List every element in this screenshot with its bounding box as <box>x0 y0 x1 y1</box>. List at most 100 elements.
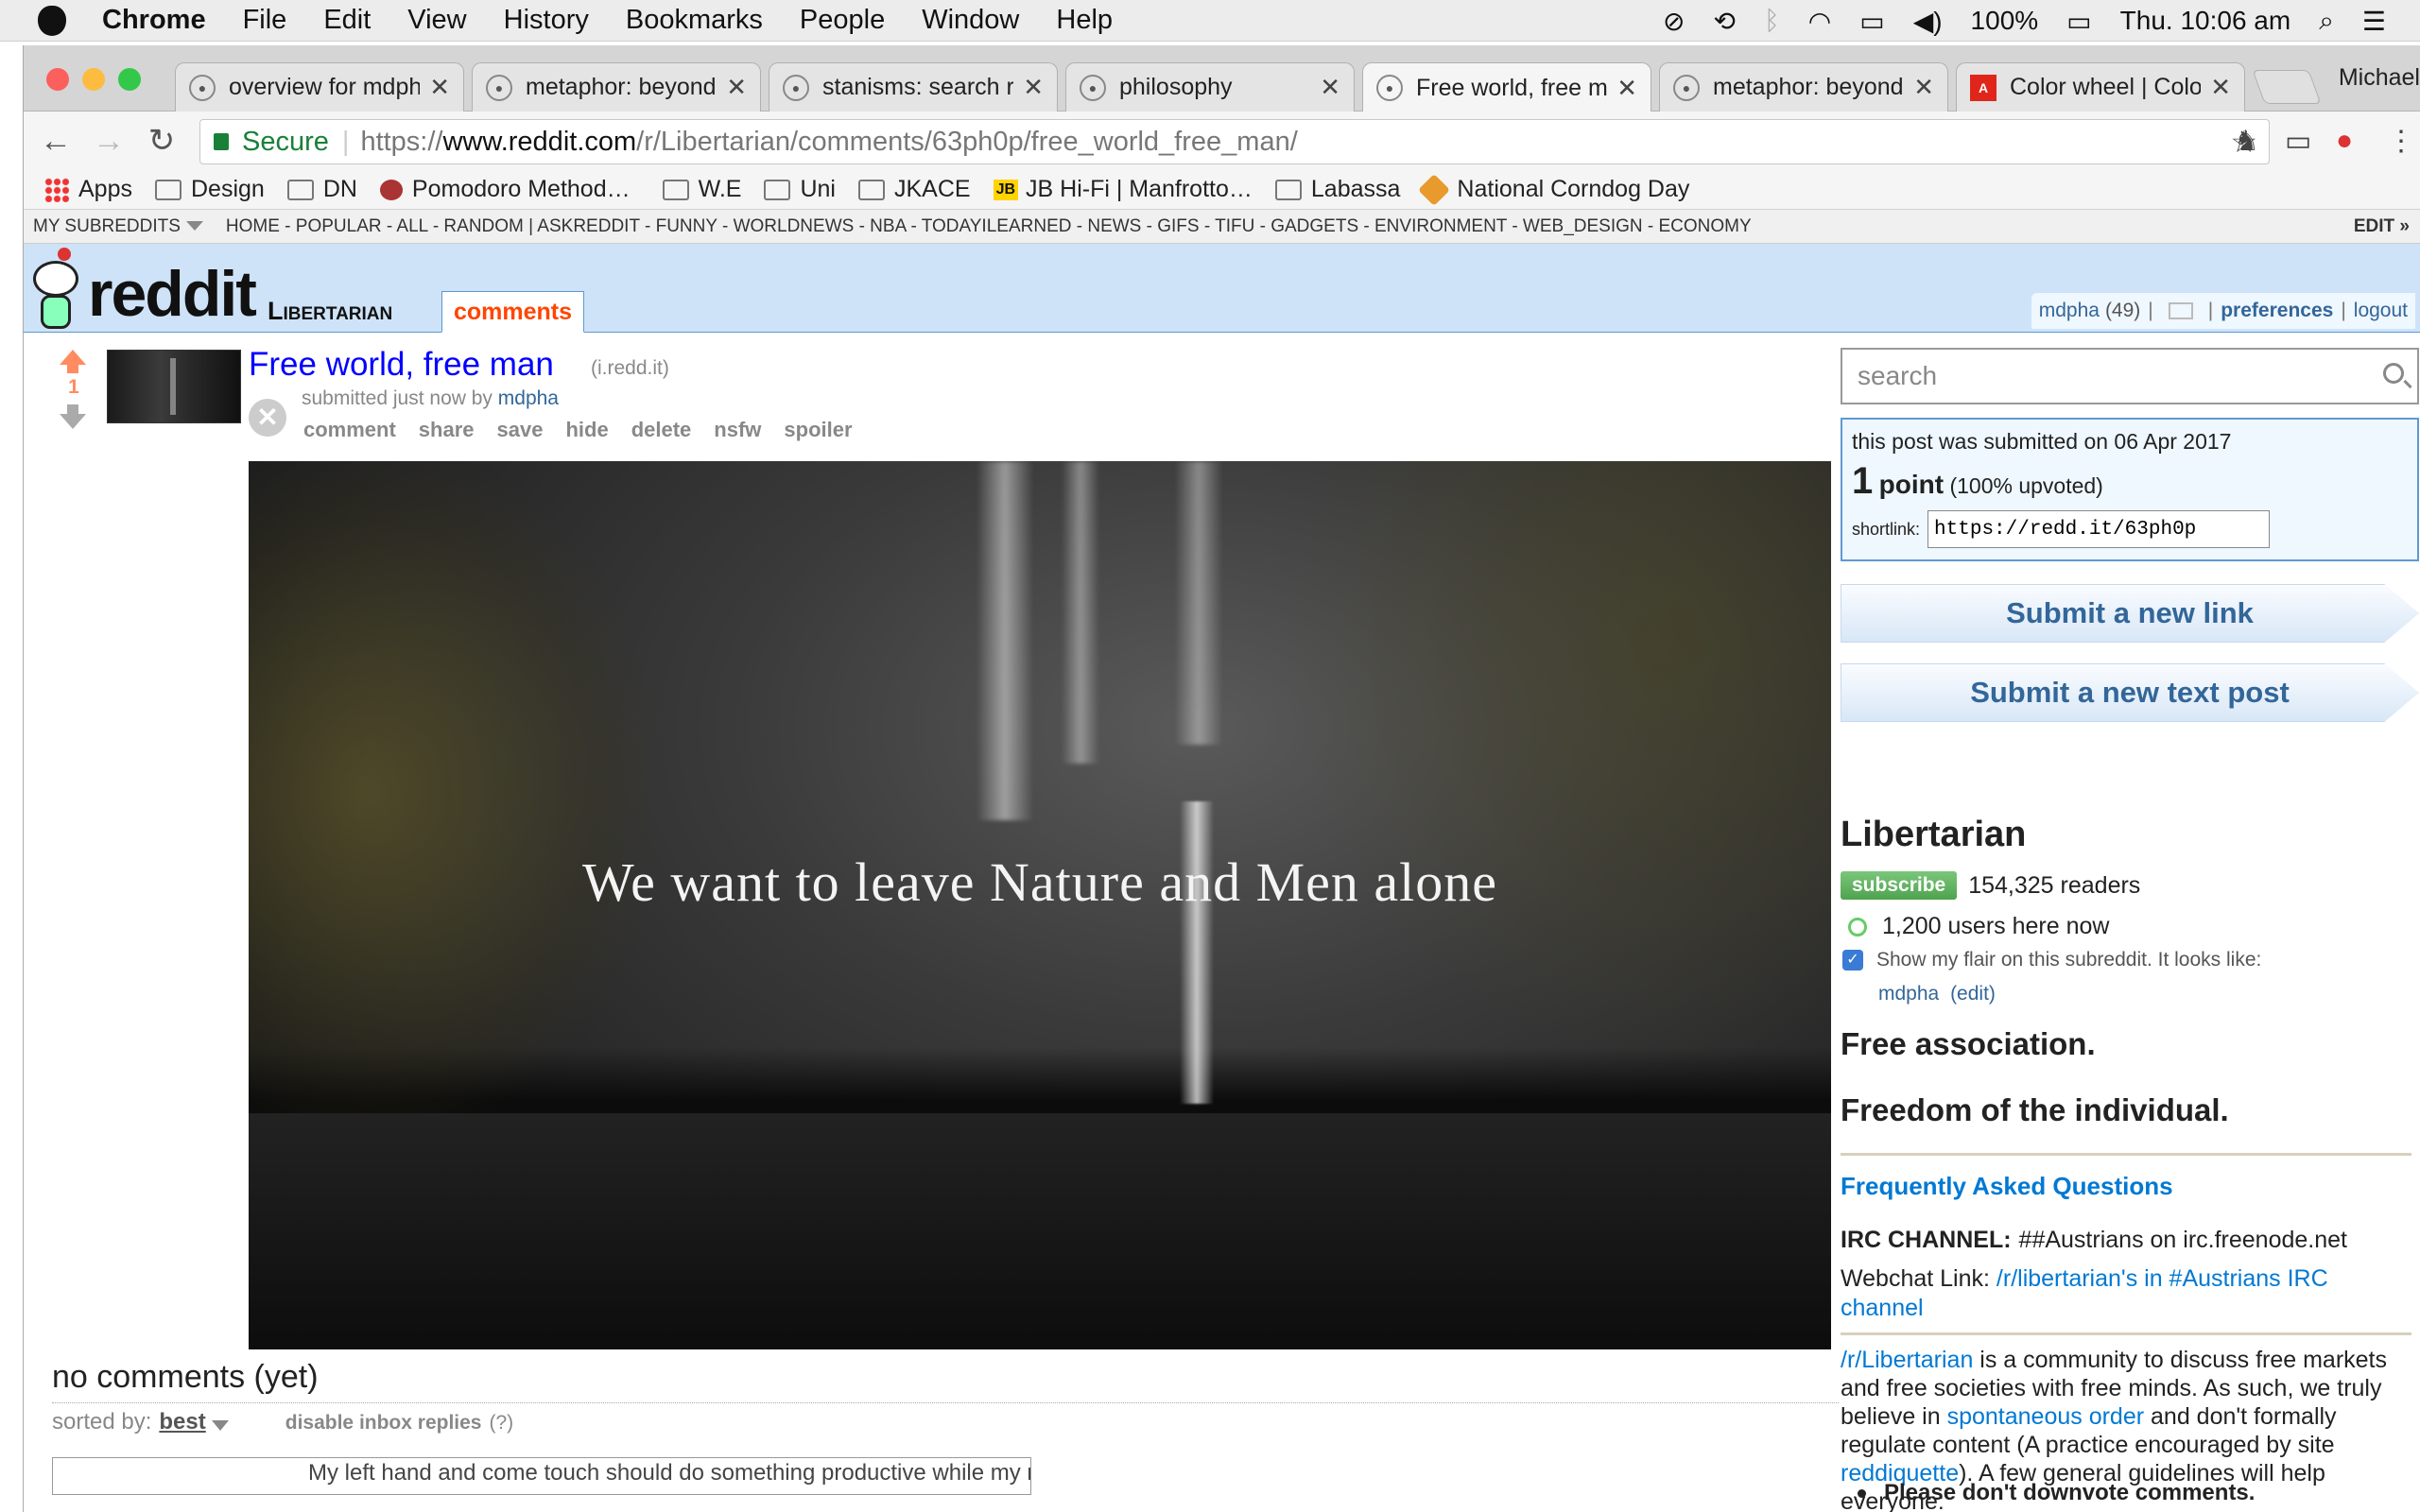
collapse-expando-icon[interactable]: ✕ <box>249 399 286 437</box>
tab-close-icon[interactable]: ✕ <box>726 73 747 102</box>
tab-philosophy[interactable]: ● philosophy ✕ <box>1065 62 1355 112</box>
post-thumbnail[interactable] <box>107 350 241 423</box>
address-bar[interactable]: Secure | https:// www.reddit.com /r/Libe… <box>199 119 2270 164</box>
tab-overview[interactable]: ● overview for mdph ✕ <box>175 62 464 112</box>
tab-stanisms[interactable]: ● stanisms: search r ✕ <box>769 62 1058 112</box>
post-author-link[interactable]: mdpha <box>498 387 559 409</box>
upvote-arrow-icon[interactable] <box>60 350 86 365</box>
bookmark-uni[interactable]: Uni <box>764 176 836 203</box>
shortlink-field[interactable] <box>1927 510 2271 548</box>
disable-inbox-replies-toggle[interactable]: disable inbox replies (?) <box>285 1409 513 1435</box>
bookmark-design[interactable]: Design <box>154 176 265 203</box>
search-input[interactable]: search <box>1841 348 2419 404</box>
cast-icon[interactable]: ▭ <box>2285 125 2311 158</box>
subreddit-links[interactable]: HOME - POPULAR - ALL - RANDOM | ASKREDDI… <box>226 216 1752 237</box>
downvote-arrow-icon[interactable] <box>60 414 86 429</box>
new-tab-button[interactable] <box>2252 70 2322 104</box>
downvote-arrow-stem[interactable] <box>67 404 78 414</box>
minimize-window-button[interactable] <box>82 68 105 91</box>
post-title[interactable]: Free world, free man <box>249 346 554 384</box>
comment-textarea[interactable]: My left hand and come touch should do so… <box>52 1457 1031 1495</box>
nsfw-button[interactable]: nsfw <box>714 418 761 442</box>
sort-dropdown[interactable]: best <box>159 1409 205 1435</box>
spontaneous-order-link[interactable]: spontaneous order <box>1947 1403 2144 1430</box>
preferences-link[interactable]: preferences <box>2221 300 2333 322</box>
tab-close-icon[interactable]: ✕ <box>1023 73 1044 102</box>
post-domain[interactable]: (i.redd.it) <box>591 357 669 380</box>
subreddit-name[interactable]: Libertarian <box>268 297 392 326</box>
do-not-disturb-icon[interactable]: ⊘ <box>1663 6 1685 37</box>
volume-icon[interactable]: ◀) <box>1913 6 1943 37</box>
mail-icon[interactable] <box>2168 302 2193 319</box>
battery-icon[interactable]: ▭ <box>2066 6 2091 37</box>
tab-close-icon[interactable]: ✕ <box>429 73 450 102</box>
tab-comments[interactable]: comments <box>441 291 585 333</box>
tab-metaphor-1[interactable]: ● metaphor: beyond ✕ <box>472 62 761 112</box>
subreddit-link[interactable]: /r/Libertarian <box>1841 1347 1973 1373</box>
snoo-logo-icon[interactable] <box>27 248 84 331</box>
battery-percent[interactable]: 100% <box>1971 6 2039 36</box>
menu-view[interactable]: View <box>407 5 466 36</box>
menu-edit[interactable]: Edit <box>323 5 371 36</box>
search-icon[interactable] <box>2383 363 2404 384</box>
chevron-down-icon[interactable] <box>211 1420 229 1431</box>
flair-edit-link[interactable]: (edit) <box>1950 983 1996 1005</box>
help-link[interactable]: (?) <box>489 1412 513 1434</box>
menu-bookmarks[interactable]: Bookmarks <box>626 5 763 36</box>
extension-badge-icon[interactable]: ● <box>2336 125 2353 157</box>
save-button[interactable]: save <box>497 418 544 442</box>
hide-button[interactable]: hide <box>565 418 608 442</box>
spoiler-button[interactable]: spoiler <box>784 418 852 442</box>
bookmark-we[interactable]: W.E <box>662 176 741 203</box>
spotlight-icon[interactable]: ⌕ <box>2319 6 2334 37</box>
menu-people[interactable]: People <box>800 5 885 36</box>
chrome-menu-icon[interactable]: ⋮ <box>2387 125 2415 158</box>
menu-file[interactable]: File <box>243 5 287 36</box>
forward-arrow-icon[interactable]: → <box>82 123 135 160</box>
extension-horse-icon[interactable]: ♞ <box>2234 125 2259 158</box>
reddit-logo-text[interactable]: reddit <box>88 257 257 331</box>
delete-button[interactable]: delete <box>631 418 692 442</box>
airplay-icon[interactable]: ▭ <box>1859 6 1884 37</box>
subscribe-button[interactable]: subscribe <box>1841 871 1958 900</box>
clock[interactable]: Thu. 10:06 am <box>2120 6 2291 36</box>
sidebar-subreddit-title[interactable]: Libertarian <box>1841 815 2026 855</box>
bookmark-corndog[interactable]: National Corndog Day <box>1418 173 1689 206</box>
wifi-icon[interactable]: ◠ <box>1808 6 1831 37</box>
bookmark-labassa[interactable]: Labassa <box>1274 176 1400 203</box>
comment-button[interactable]: comment <box>303 418 396 442</box>
tab-color-wheel[interactable]: A Color wheel | Colo ✕ <box>1956 62 2245 112</box>
bookmark-apps[interactable]: Apps <box>44 176 132 203</box>
faq-link[interactable]: Frequently Asked Questions <box>1841 1172 2173 1201</box>
logout-link[interactable]: logout <box>2354 300 2408 322</box>
tab-metaphor-2[interactable]: ● metaphor: beyond ✕ <box>1659 62 1948 112</box>
reload-icon[interactable]: ↻ <box>135 122 188 160</box>
apple-icon[interactable] <box>38 5 66 36</box>
submit-link-button[interactable]: Submit a new link <box>1841 584 2419 643</box>
upvote-arrow-stem[interactable] <box>67 364 78 373</box>
bookmark-jkace[interactable]: JKACE <box>857 176 971 203</box>
tab-close-icon[interactable]: ✕ <box>1320 73 1340 102</box>
username-link[interactable]: mdpha <box>2039 300 2100 322</box>
tab-close-icon[interactable]: ✕ <box>1616 74 1637 103</box>
close-window-button[interactable] <box>46 68 69 91</box>
bookmark-jbhifi[interactable]: JB JB Hi-Fi | Manfrotto… <box>993 176 1253 203</box>
profile-button[interactable]: Michael <box>2339 64 2420 92</box>
menu-window[interactable]: Window <box>922 5 1019 36</box>
bluetooth-icon[interactable]: ᛒ <box>1764 6 1780 36</box>
menu-help[interactable]: Help <box>1056 5 1113 36</box>
bookmark-pomodoro[interactable]: Pomodoro Method… <box>379 176 631 203</box>
tab-free-world[interactable]: ● Free world, free m ✕ <box>1362 62 1651 112</box>
menu-history[interactable]: History <box>504 5 589 36</box>
tab-close-icon[interactable]: ✕ <box>2210 73 2231 102</box>
menu-app-chrome[interactable]: Chrome <box>102 5 206 36</box>
submit-text-button[interactable]: Submit a new text post <box>1841 663 2419 722</box>
flair-toggle[interactable]: ✓ Show my flair on this subreddit. It lo… <box>1842 949 2261 971</box>
tab-close-icon[interactable]: ✕ <box>1913 73 1934 102</box>
time-machine-icon[interactable]: ⟲ <box>1714 6 1736 37</box>
share-button[interactable]: share <box>419 418 475 442</box>
checkbox-checked-icon[interactable]: ✓ <box>1842 950 1863 971</box>
edit-subreddits-link[interactable]: EDIT » <box>2354 216 2410 237</box>
post-image[interactable]: We want to leave Nature and Men alone <box>249 461 1831 1349</box>
back-arrow-icon[interactable]: ← <box>29 123 82 160</box>
